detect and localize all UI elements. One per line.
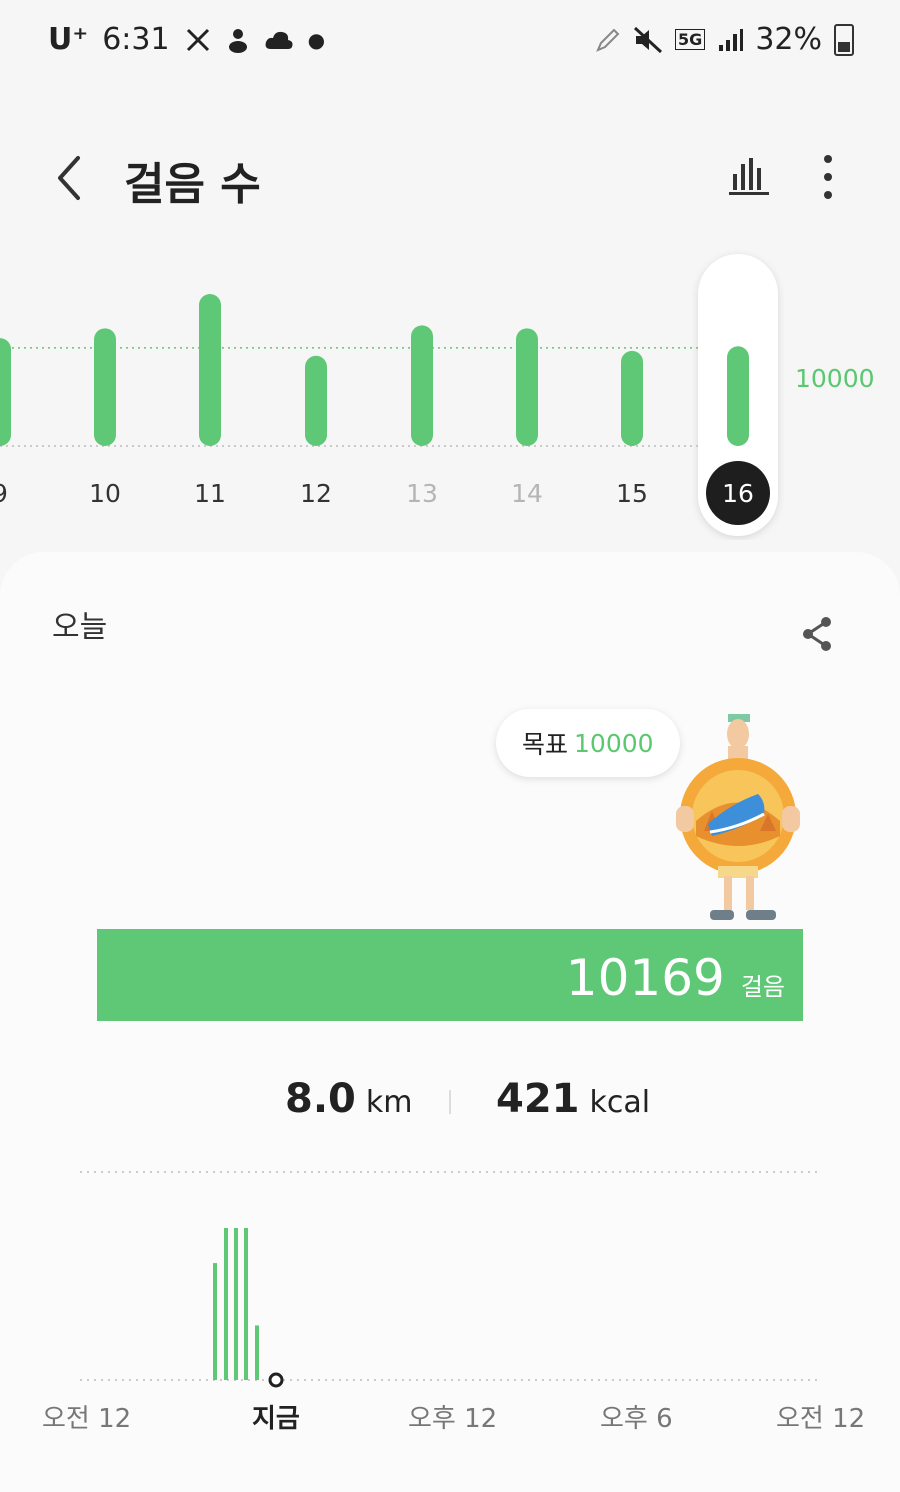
cloud-icon <box>265 31 293 49</box>
back-chevron-icon[interactable] <box>48 150 88 206</box>
stat-divider <box>449 1090 451 1114</box>
interval-bar <box>244 1228 248 1380</box>
clock: 6:31 <box>102 22 170 57</box>
day-bar-9[interactable] <box>0 338 11 446</box>
goal-achieved-mascot-icon <box>676 714 800 920</box>
day-label-14[interactable]: 14 <box>511 479 543 508</box>
share-icon[interactable] <box>798 614 836 654</box>
day-label-13[interactable]: 13 <box>406 479 438 508</box>
day-bar-11[interactable] <box>199 294 221 446</box>
signal-icon <box>719 28 744 51</box>
day-bar-13[interactable] <box>411 325 433 446</box>
notification-app-icon <box>228 28 247 53</box>
day-label-15[interactable]: 15 <box>616 479 648 508</box>
day-label-16[interactable]: 16 <box>722 479 754 508</box>
weekly-goal-label: 10000 <box>795 364 875 393</box>
more-notifications-dot: ● <box>307 27 326 52</box>
timeline-label-end: 오전 12 <box>776 1404 866 1434</box>
steps-count: 10169 <box>565 949 725 1007</box>
day-bar-16[interactable] <box>727 346 749 446</box>
daily-steps-chart <box>80 1171 820 1388</box>
now-marker <box>268 1372 284 1388</box>
network-type: 5G <box>675 29 706 50</box>
distance-value: 8.0 <box>285 1076 356 1122</box>
mute-icon <box>634 26 663 53</box>
more-vertical-icon[interactable] <box>808 150 848 204</box>
day-label-12[interactable]: 12 <box>300 479 332 508</box>
interval-bar <box>213 1263 217 1380</box>
day-bar-12[interactable] <box>305 355 327 446</box>
calories-value: 421 <box>496 1076 580 1122</box>
day-bar-14[interactable] <box>516 328 538 446</box>
timeline-label-start: 오전 12 <box>42 1404 132 1434</box>
steps-unit: 걸음 <box>740 973 785 1001</box>
interval-bar <box>234 1228 238 1380</box>
battery-percentage: 32% <box>755 22 822 57</box>
interval-bar <box>224 1228 228 1380</box>
steps-progress-bar: 10169 걸음 <box>97 929 803 1021</box>
day-label-9[interactable]: 9 <box>0 479 8 508</box>
tools-icon <box>186 28 209 51</box>
timeline-label-now: 지금 <box>252 1404 300 1434</box>
calories-stat: 421 kcal <box>496 1076 650 1122</box>
carrier-label: U⁺ <box>48 22 89 57</box>
bar-chart-icon[interactable] <box>726 150 772 196</box>
day-bar-10[interactable] <box>94 328 116 446</box>
page-title: 걸음 수 <box>124 159 261 210</box>
today-label: 오늘 <box>52 610 108 645</box>
distance-unit: km <box>365 1085 413 1120</box>
interval-bar <box>255 1325 259 1380</box>
battery-icon <box>834 23 854 56</box>
day-label-10[interactable]: 10 <box>89 479 121 508</box>
goal-value: 10000 <box>574 728 654 758</box>
weekly-steps-chart[interactable]: 9 10 11 12 13 14 15 16 <box>0 250 900 540</box>
distance-stat: 8.0 km <box>285 1076 412 1122</box>
goal-prefix: 목표 <box>522 730 569 759</box>
timeline-label-noon: 오후 12 <box>408 1404 498 1434</box>
status-bar-left: U⁺ 6:31 ● <box>48 22 325 57</box>
day-label-11[interactable]: 11 <box>194 479 226 508</box>
calories-unit: kcal <box>589 1085 651 1120</box>
goal-bubble: 목표 10000 <box>496 709 680 777</box>
timeline-label-6pm: 오후 6 <box>600 1404 673 1434</box>
pencil-icon <box>596 28 620 52</box>
status-bar-right: 5G 32% <box>595 22 854 57</box>
day-bar-15[interactable] <box>621 350 643 446</box>
